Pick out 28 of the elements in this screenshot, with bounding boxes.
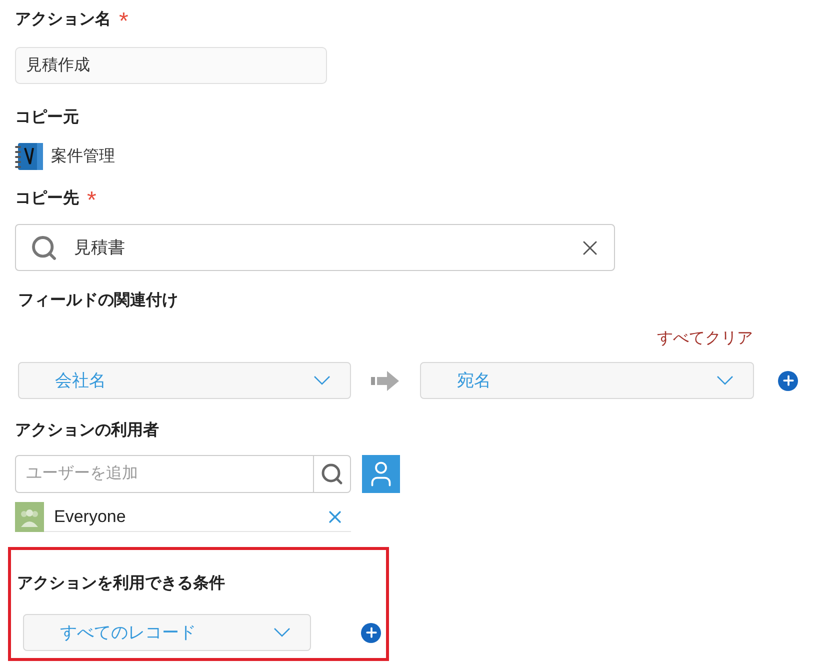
chevron-down-icon <box>717 376 733 385</box>
search-field[interactable]: 見積書 <box>15 224 615 271</box>
chevron-down-icon <box>314 376 330 385</box>
add-button[interactable] <box>778 370 798 390</box>
user-name: Everyone <box>54 506 127 528</box>
required-mark: * <box>119 10 128 34</box>
group-avatar-icon <box>15 502 44 532</box>
section-label: アクションを利用できる条件 <box>17 574 225 594</box>
section-label: フィールドの関連付け <box>18 290 178 311</box>
notebook-icon <box>15 142 44 171</box>
arrow-right-icon <box>371 370 400 390</box>
add-button[interactable] <box>361 622 381 642</box>
plus-icon <box>364 625 378 640</box>
plus-icon <box>780 373 796 388</box>
search-icon <box>30 234 58 262</box>
section-label: アクション名 <box>15 10 111 30</box>
section-label: コピー元 <box>15 108 79 128</box>
user-picker-button[interactable] <box>362 455 400 493</box>
chevron-down-icon <box>274 628 290 637</box>
search-button[interactable] <box>314 455 351 493</box>
section-label: コピー先 <box>15 188 79 209</box>
text-field[interactable]: 見積作成 <box>15 47 327 84</box>
clear-all-link[interactable]: すべてクリア <box>657 327 753 351</box>
section-label: アクションの利用者 <box>15 420 159 441</box>
required-mark: * <box>87 189 96 213</box>
user-search-field[interactable]: ユーザーを追加 <box>15 455 314 493</box>
app-name: 案件管理 <box>51 146 115 166</box>
search-icon <box>320 462 344 486</box>
